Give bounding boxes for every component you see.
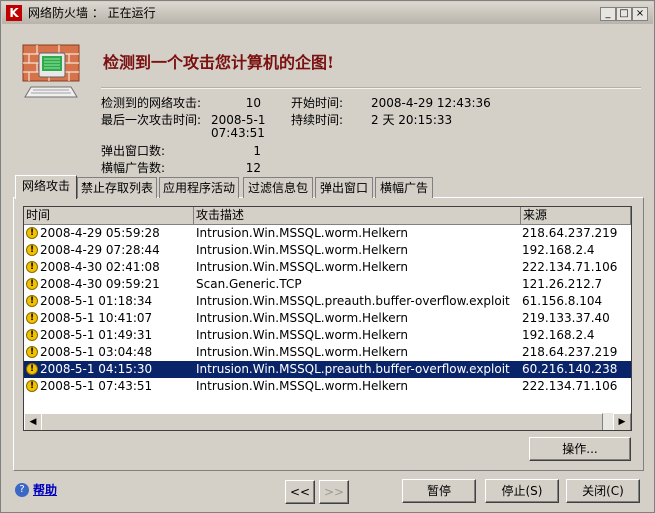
firewall-computer-icon (22, 44, 80, 98)
warning-icon: ! (26, 380, 38, 392)
attack-list[interactable]: 时间 攻击描述 来源 ! 2008-4-29 05:59:28 Intrusion.… (23, 206, 632, 431)
warning-icon: ! (26, 363, 38, 375)
table-row[interactable]: ! 2008-4-30 02:41:08 Intrusion.Win.MSSQL.w… (24, 259, 631, 276)
minimize-button[interactable]: _ (600, 7, 616, 21)
table-row[interactable]: ! 2008-5-1 01:18:34 Intrusion.Win.MSSQL.pr… (24, 293, 631, 310)
table-row[interactable]: ! 2008-5-1 07:43:51 Intrusion.Win.MSSQL.wo… (24, 378, 631, 395)
help-icon: ? (15, 482, 29, 497)
cell-description: Intrusion.Win.MSSQL.worm.Helkern (196, 328, 408, 342)
tab-blocked-list[interactable]: 禁止存取列表 (77, 177, 157, 198)
cell-description: Intrusion.Win.MSSQL.worm.Helkern (196, 260, 408, 274)
column-header-source[interactable]: 来源 (521, 207, 631, 224)
last-attack-date: 2008-5-1 (211, 113, 266, 127)
cell-time: 2008-4-29 05:59:28 (40, 226, 160, 240)
warning-icon: ! (26, 295, 38, 307)
next-button[interactable]: >> (319, 480, 349, 504)
cell-source: 60.216.140.238 (522, 362, 618, 376)
cell-source: 218.64.237.219 (522, 226, 618, 240)
cell-source: 61.156.8.104 (522, 294, 603, 308)
cell-source: 218.64.237.219 (522, 345, 618, 359)
cell-source: 219.133.37.40 (522, 311, 610, 325)
cell-description: Intrusion.Win.MSSQL.preauth.buffer-overf… (196, 362, 510, 376)
cell-time: 2008-4-30 09:59:21 (40, 277, 160, 291)
popup-count-label: 弹出窗口数: (101, 144, 166, 158)
pause-button[interactable]: 暂停 (402, 479, 476, 503)
last-attack-time: 07:43:51 (211, 126, 265, 140)
warning-icon: ! (26, 312, 38, 324)
duration-value: 2 天 20:15:33 (371, 113, 453, 127)
cell-description: Intrusion.Win.MSSQL.worm.Helkern (196, 379, 408, 393)
window-title: 网络防火墙 ： 正在运行 (28, 6, 156, 20)
start-time-value: 2008-4-29 12:43:36 (371, 96, 491, 110)
header-divider (101, 87, 641, 89)
tab-banners[interactable]: 横幅广告 (375, 177, 433, 198)
cell-time: 2008-4-29 07:28:44 (40, 243, 160, 257)
cell-description: Intrusion.Win.MSSQL.preauth.buffer-overf… (196, 294, 510, 308)
table-row[interactable]: ! 2008-4-30 09:59:21 Scan.Generic.TCP 121.2… (24, 276, 631, 293)
operations-button[interactable]: 操作... (529, 437, 631, 461)
column-header-description[interactable]: 攻击描述 (194, 207, 521, 224)
scroll-left-button[interactable]: ◀ (24, 413, 42, 430)
title-bar[interactable]: K 网络防火墙 ： 正在运行 _ □ × (2, 2, 653, 24)
popup-count-value: 1 (253, 144, 261, 158)
cell-description: Intrusion.Win.MSSQL.worm.Helkern (196, 226, 408, 240)
cell-description: Intrusion.Win.MSSQL.worm.Helkern (196, 311, 408, 325)
horizontal-scrollbar[interactable]: ◀ ▶ (24, 413, 631, 430)
cell-time: 2008-5-1 10:41:07 (40, 311, 153, 325)
cell-time: 2008-5-1 03:04:48 (40, 345, 153, 359)
cell-description: Scan.Generic.TCP (196, 277, 302, 291)
column-header-time[interactable]: 时间 (24, 207, 194, 224)
warning-icon: ! (26, 329, 38, 341)
scroll-right-button[interactable]: ▶ (613, 413, 631, 430)
table-row[interactable]: ! 2008-5-1 04:15:30 Intrusion.Win.MSSQL.pr… (24, 361, 631, 378)
warning-icon: ! (26, 278, 38, 290)
banner-count-value: 12 (245, 161, 261, 175)
previous-button[interactable]: << (285, 480, 315, 504)
cell-time: 2008-5-1 01:49:31 (40, 328, 153, 342)
scroll-thumb[interactable] (41, 413, 603, 430)
tab-app-activity[interactable]: 应用程序活动 (159, 177, 239, 198)
stop-button[interactable]: 停止(S) (485, 479, 559, 503)
cell-time: 2008-5-1 01:18:34 (40, 294, 153, 308)
tab-popups[interactable]: 弹出窗口 (315, 177, 373, 198)
tab-network-attacks[interactable]: 网络攻击 (15, 175, 77, 199)
list-header: 时间 攻击描述 来源 (24, 207, 631, 225)
cell-source: 192.168.2.4 (522, 243, 595, 257)
cell-source: 222.134.71.106 (522, 260, 618, 274)
firewall-window: K 网络防火墙 ： 正在运行 _ □ × 检测到一个攻击您计算机的企图! 检测到… (0, 0, 655, 513)
cell-time: 2008-4-30 02:41:08 (40, 260, 160, 274)
warning-icon: ! (26, 261, 38, 273)
tab-packet-filter[interactable]: 过滤信息包 (243, 177, 313, 198)
help-link-group[interactable]: ? 帮助 (15, 481, 57, 498)
duration-label: 持续时间: (291, 113, 344, 127)
cell-time: 2008-5-1 07:43:51 (40, 379, 153, 393)
close-window-button[interactable]: × (632, 7, 648, 21)
warning-icon: ! (26, 227, 38, 239)
table-row[interactable]: ! 2008-5-1 01:49:31 Intrusion.Win.MSSQL.wo… (24, 327, 631, 344)
maximize-button[interactable]: □ (616, 7, 632, 21)
last-attack-label: 最后一次攻击时间: (101, 113, 202, 127)
attack-headline: 检测到一个攻击您计算机的企图! (103, 53, 335, 72)
cell-description: Intrusion.Win.MSSQL.worm.Helkern (196, 243, 408, 257)
cell-source: 222.134.71.106 (522, 379, 618, 393)
banner-count-label: 横幅广告数: (101, 161, 166, 175)
close-button[interactable]: 关闭(C) (566, 479, 640, 503)
start-time-label: 开始时间: (291, 96, 344, 110)
table-row[interactable]: ! 2008-4-29 07:28:44 Intrusion.Win.MSSQL.w… (24, 242, 631, 259)
warning-icon: ! (26, 244, 38, 256)
cell-description: Intrusion.Win.MSSQL.worm.Helkern (196, 345, 408, 359)
cell-source: 192.168.2.4 (522, 328, 595, 342)
attacks-label: 检测到的网络攻击: (101, 96, 202, 110)
table-row[interactable]: ! 2008-5-1 03:04:48 Intrusion.Win.MSSQL.wo… (24, 344, 631, 361)
warning-icon: ! (26, 346, 38, 358)
table-row[interactable]: ! 2008-4-29 05:59:28 Intrusion.Win.MSSQL.w… (24, 225, 631, 242)
cell-time: 2008-5-1 04:15:30 (40, 362, 153, 376)
attacks-value: 10 (245, 96, 261, 110)
help-link[interactable]: 帮助 (33, 483, 57, 497)
table-row[interactable]: ! 2008-5-1 10:41:07 Intrusion.Win.MSSQL.wo… (24, 310, 631, 327)
cell-source: 121.26.212.7 (522, 277, 603, 291)
kaspersky-logo-icon: K (6, 5, 22, 21)
